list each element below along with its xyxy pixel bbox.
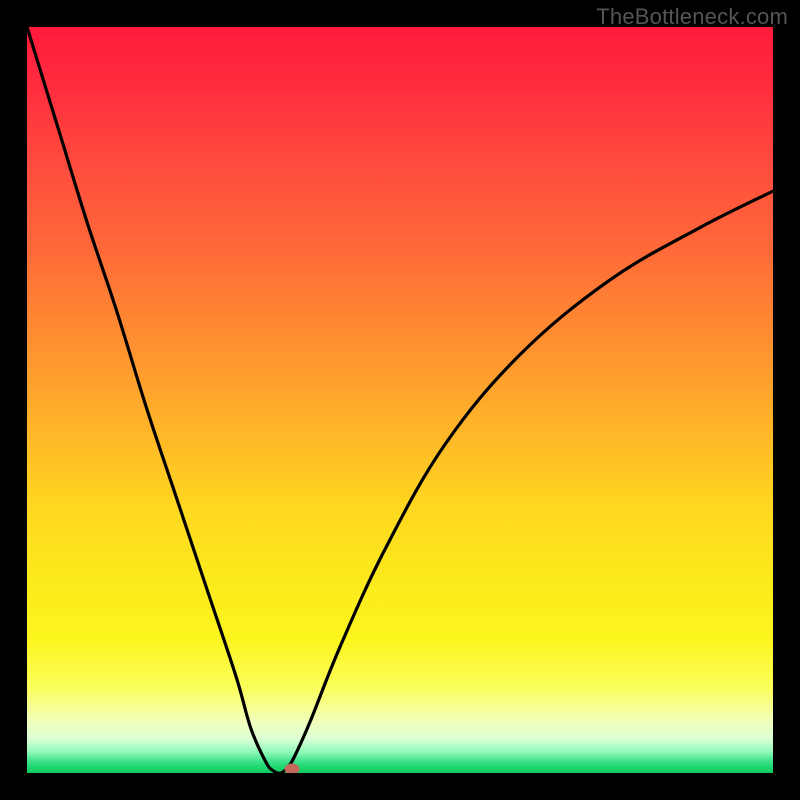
chart-container: TheBottleneck.com (0, 0, 800, 800)
bottleneck-curve-path (27, 27, 773, 773)
curve-svg (27, 27, 773, 773)
watermark-text: TheBottleneck.com (596, 4, 788, 30)
optimal-point-marker (284, 764, 299, 773)
plot-area (27, 27, 773, 773)
